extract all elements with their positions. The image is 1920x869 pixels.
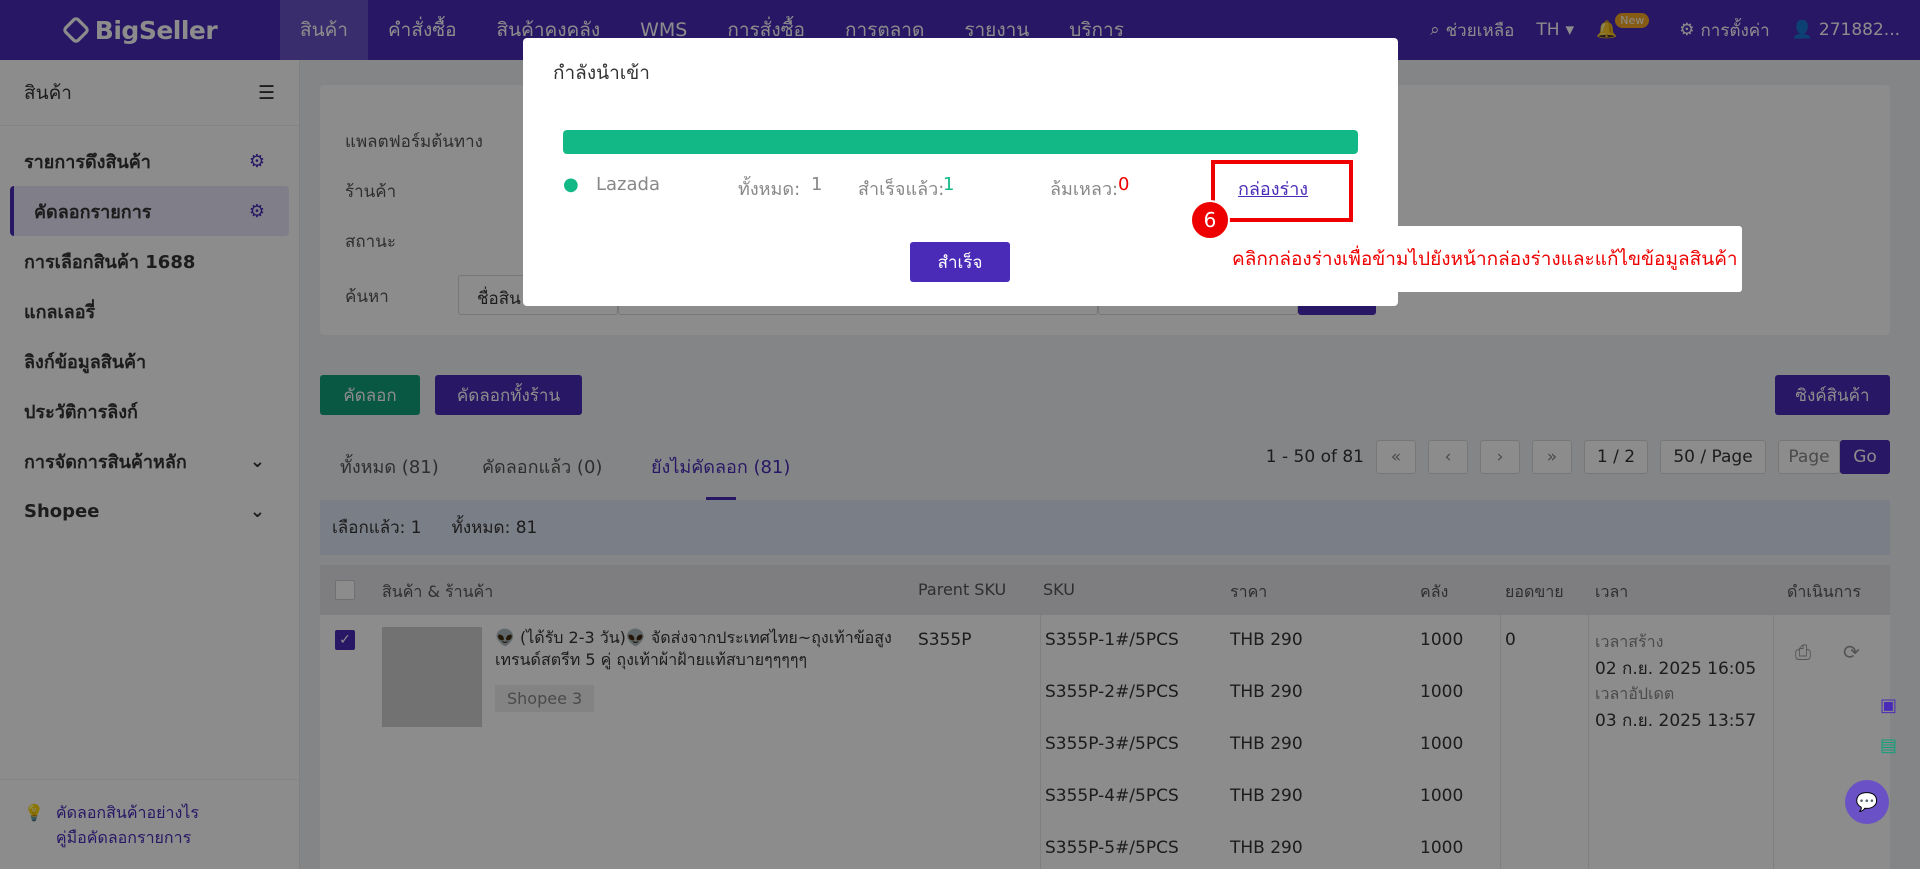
feedback-icon[interactable]: ▣ <box>1880 695 1897 716</box>
failed-label: ล้มเหลว: <box>1050 179 1119 200</box>
success-value: 1 <box>943 174 955 195</box>
done-button[interactable]: สำเร็จ <box>910 242 1010 282</box>
book-icon[interactable]: ▤ <box>1880 735 1897 756</box>
total-label: ทั้งหมด: <box>738 179 801 200</box>
success-check-icon: ● <box>563 174 579 195</box>
step-number-badge: 6 <box>1190 200 1230 240</box>
modal-title: กำลังนำเข้า <box>553 62 650 84</box>
success-label: สำเร็จแล้ว: <box>858 179 945 200</box>
failed-value: 0 <box>1118 174 1130 195</box>
annotation-callout: คลิกกล่องร่างเพื่อข้ามไปยังหน้ากล่องร่าง… <box>1220 226 1742 292</box>
platform-name: Lazada <box>596 174 660 195</box>
highlight-box <box>1211 160 1353 222</box>
chat-icon[interactable]: 💬 <box>1845 780 1889 824</box>
total-value: 1 <box>811 174 823 195</box>
import-progress-bar <box>563 130 1358 154</box>
